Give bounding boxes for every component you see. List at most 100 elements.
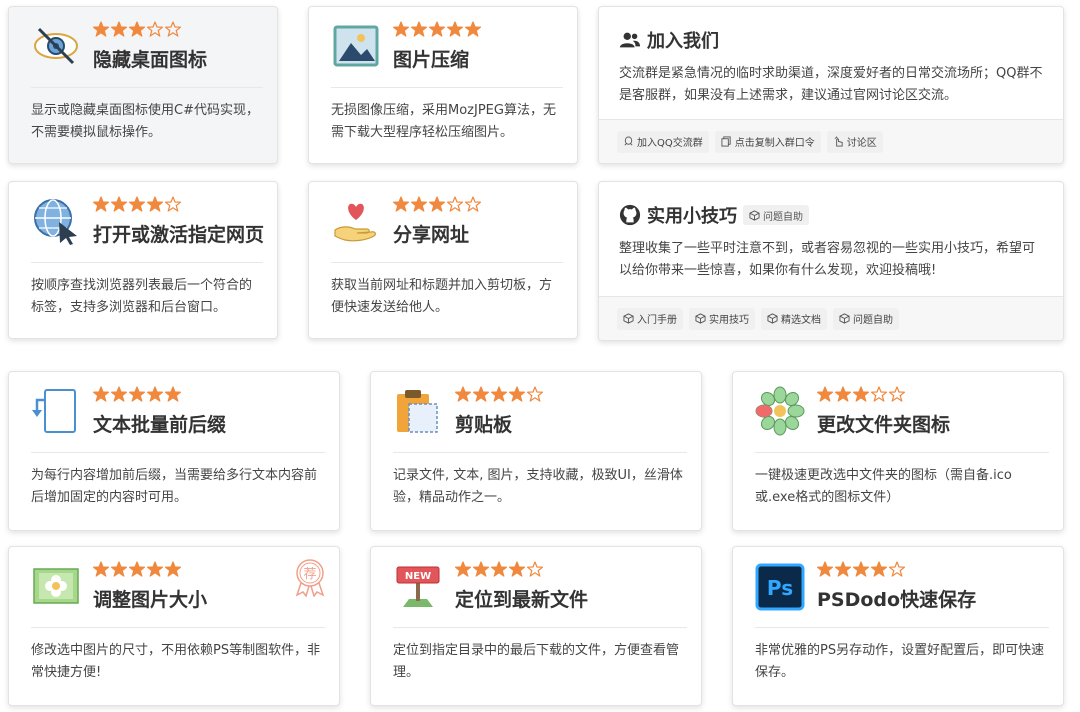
star-empty-icon <box>871 386 887 402</box>
divider <box>31 452 325 453</box>
rating-stars <box>817 561 905 579</box>
star-filled-icon <box>129 386 145 402</box>
github-icon <box>619 204 641 226</box>
picture-flower-icon <box>31 561 81 611</box>
card-title: 更改文件夹图标 <box>817 414 951 436</box>
card-description: 非常优雅的PS另存动作，设置好配置后，即可快速保存。 <box>755 643 1045 680</box>
help-tag[interactable]: 问题自助 <box>743 205 809 225</box>
rating-stars <box>817 386 905 404</box>
card-description: 定位到指定目录中的最后下载的文件，方便查看管理。 <box>393 643 680 680</box>
rating-stars <box>455 561 543 579</box>
image-icon <box>331 21 381 71</box>
star-filled-icon <box>129 561 145 577</box>
cube-icon <box>767 313 778 324</box>
manual-button[interactable]: 入门手册 <box>617 307 683 330</box>
tips-card: 实用小技巧 问题自助 整理收集了一些平时注意不到，或者容易忽视的一些实用小技巧，… <box>598 181 1064 341</box>
clipboard-icon <box>393 386 443 436</box>
star-empty-icon <box>165 196 181 212</box>
rating-stars <box>455 386 543 404</box>
star-filled-icon <box>447 21 463 37</box>
card-title: 文本批量前后缀 <box>93 414 227 436</box>
star-filled-icon <box>93 561 109 577</box>
star-filled-icon <box>455 386 471 402</box>
tips-title: 实用小技巧 <box>647 206 737 227</box>
flower-icon <box>755 386 805 436</box>
document-arrow-icon <box>31 386 81 436</box>
card-description: 记录文件, 文本, 图片，支持收藏，极致UI，丝滑体验，精品动作之一。 <box>393 468 683 505</box>
divider <box>393 627 687 628</box>
star-empty-icon <box>527 561 543 577</box>
star-filled-icon <box>429 21 445 37</box>
star-empty-icon <box>465 196 481 212</box>
star-filled-icon <box>835 561 851 577</box>
qq-icon <box>624 136 633 146</box>
action-card-psdodo-save[interactable]: Ps PSDodo快速保存 非常优雅的PS另存动作，设置好配置后，即可快速保存。 <box>732 546 1064 706</box>
tips-button-bar: 入门手册 实用技巧 精选文档 问题自助 <box>599 296 1063 340</box>
action-card-change-folder-icon[interactable]: 更改文件夹图标 一键极速更改选中文件夹的图标（需自备.ico或.exe格式的图标… <box>732 371 1064 531</box>
rating-stars <box>93 561 181 579</box>
action-card-locate-newest-file[interactable]: NEW 定位到最新文件 定位到指定目录中的最后下载的文件，方便查看管理。 <box>370 546 702 706</box>
star-filled-icon <box>491 561 507 577</box>
divider <box>331 87 563 88</box>
star-empty-icon <box>889 561 905 577</box>
action-card-image-compress[interactable]: 图片压缩 无损图像压缩，采用MozJPEG算法，无需下载大型程序轻松压缩图片。 <box>308 6 578 164</box>
card-description: 获取当前网址和标题并加入剪切板，方便快速发送给他人。 <box>331 278 553 315</box>
star-filled-icon <box>147 561 163 577</box>
divider <box>31 87 263 88</box>
cube-icon <box>695 313 706 324</box>
star-filled-icon <box>93 386 109 402</box>
join-qq-group-button[interactable]: 加入QQ交流群 <box>617 130 709 153</box>
card-title: 分享网址 <box>393 224 470 246</box>
card-description: 显示或隐藏桌面图标使用C#代码实现，不需要模拟鼠标操作。 <box>31 103 259 140</box>
self-help-button[interactable]: 问题自助 <box>833 307 899 330</box>
star-filled-icon <box>509 561 525 577</box>
forum-button[interactable]: 讨论区 <box>826 130 883 153</box>
tips-description: 整理收集了一些平时注意不到，或者容易忽视的一些实用小技巧，希望可以给你带来一些惊… <box>619 241 1036 278</box>
star-filled-icon <box>147 196 163 212</box>
action-card-open-webpage[interactable]: 打开或激活指定网页 按顺序查找浏览器列表最后一个符合的标签，支持多浏览器和后台窗… <box>8 181 278 339</box>
heart-hand-icon <box>331 196 381 246</box>
action-card-text-prefix-suffix[interactable]: 文本批量前后缀 为每行内容增加前后缀，当需要给多行文本内容前后增加固定的内容时可… <box>8 371 340 531</box>
photoshop-icon: Ps <box>755 561 805 611</box>
recommended-badge-icon: 荐 <box>291 557 329 598</box>
star-filled-icon <box>455 561 471 577</box>
cube-icon <box>839 313 850 324</box>
star-filled-icon <box>473 386 489 402</box>
divider <box>331 262 563 263</box>
card-title: 剪贴板 <box>455 414 513 436</box>
star-filled-icon <box>393 196 409 212</box>
globe-cursor-icon <box>31 196 81 246</box>
star-empty-icon <box>447 196 463 212</box>
action-card-hide-desktop-icons[interactable]: 隐藏桌面图标 显示或隐藏桌面图标使用C#代码实现，不需要模拟鼠标操作。 <box>8 6 278 164</box>
star-filled-icon <box>93 196 109 212</box>
rating-stars <box>393 21 481 39</box>
copy-group-code-button[interactable]: 点击复制入群口令 <box>714 130 821 153</box>
star-filled-icon <box>111 196 127 212</box>
star-filled-icon <box>429 196 445 212</box>
join-description: 交流群是紧急情况的临时求助渠道，深度爱好者的日常交流场所；QQ群不是客服群，如果… <box>619 66 1043 103</box>
star-filled-icon <box>393 21 409 37</box>
new-sign-icon: NEW <box>393 561 443 611</box>
users-icon <box>619 32 641 48</box>
action-card-resize-image[interactable]: 调整图片大小 荐 修改选中图片的尺寸，不用依赖PS等制图软件，非常快捷方便! <box>8 546 340 706</box>
eye-slash-icon <box>31 21 81 71</box>
rating-stars <box>93 196 181 214</box>
action-card-share-url[interactable]: 分享网址 获取当前网址和标题并加入剪切板，方便快速发送给他人。 <box>308 181 578 339</box>
tips-button[interactable]: 实用技巧 <box>689 307 755 330</box>
svg-text:荐: 荐 <box>303 567 316 582</box>
action-card-clipboard[interactable]: 剪贴板 记录文件, 文本, 图片，支持收藏，极致UI，丝滑体验，精品动作之一。 <box>370 371 702 531</box>
star-filled-icon <box>853 561 869 577</box>
copy-icon <box>721 136 731 147</box>
join-button-bar: 加入QQ交流群 点击复制入群口令 讨论区 <box>599 119 1063 163</box>
cube-icon <box>749 209 760 221</box>
featured-docs-button[interactable]: 精选文档 <box>761 307 827 330</box>
card-title: 定位到最新文件 <box>455 589 589 611</box>
star-filled-icon <box>465 21 481 37</box>
star-empty-icon <box>147 21 163 37</box>
star-filled-icon <box>835 386 851 402</box>
divider <box>393 452 687 453</box>
divider <box>755 452 1049 453</box>
star-filled-icon <box>93 21 109 37</box>
star-filled-icon <box>147 386 163 402</box>
card-description: 修改选中图片的尺寸，不用依赖PS等制图软件，非常快捷方便! <box>31 643 321 680</box>
